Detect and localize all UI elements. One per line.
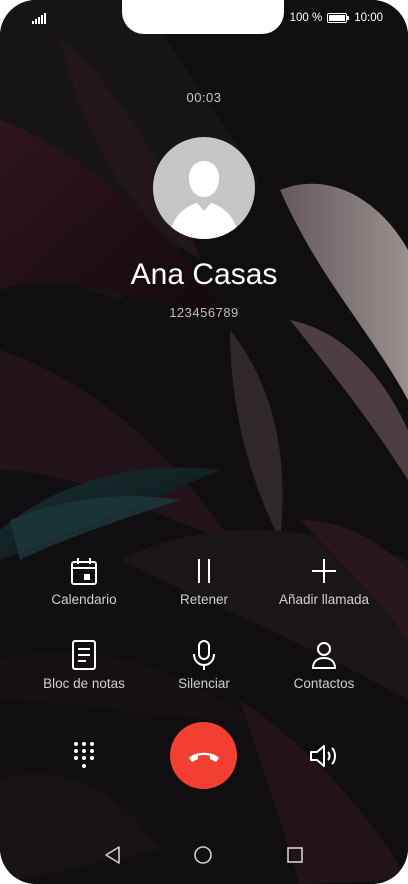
contacts-icon [311,642,337,669]
home-icon [194,846,212,864]
contact-number: 123456789 [169,305,239,320]
nav-home-button[interactable] [193,845,213,875]
plus-icon [312,559,336,583]
signal-icon [32,12,46,24]
recents-icon [287,847,303,863]
microphone-icon [193,640,215,670]
hold-button[interactable]: Retener [136,554,272,607]
contacts-label: Contactos [293,676,355,691]
add-call-button[interactable]: Añadir llamada [256,554,392,607]
dialpad-button[interactable] [70,740,98,777]
speaker-icon [310,745,336,767]
battery-percent: 100 % [289,12,323,24]
pause-icon [198,559,210,583]
nav-recents-button[interactable] [285,845,305,875]
notepad-label: Bloc de notas [43,676,125,691]
person-silhouette-icon [169,161,239,239]
notepad-icon [72,640,96,670]
hold-label: Retener [179,592,229,607]
status-bar-left [32,9,46,27]
phone-screen: 100 % 10:00 00:03 Ana Casas 123456789 Ca… [0,0,408,884]
clock: 10:00 [354,12,383,24]
end-call-button[interactable] [170,722,237,789]
contact-name: Ana Casas [130,258,278,291]
nav-back-button[interactable] [103,845,123,875]
notepad-button[interactable]: Bloc de notas [16,638,152,691]
dialpad-icon [74,742,94,768]
contacts-button[interactable]: Contactos [256,638,392,691]
back-icon [105,846,120,864]
calendar-icon [71,558,97,585]
call-duration: 00:03 [186,90,222,105]
add-call-label: Añadir llamada [278,592,370,607]
end-call-icon [188,752,219,762]
mute-button[interactable]: Silenciar [136,638,272,691]
contact-avatar [153,137,255,239]
battery-icon [327,13,350,23]
mute-label: Silenciar [178,676,230,691]
display-notch [122,0,284,34]
calendar-label: Calendario [51,592,117,607]
calendar-button[interactable]: Calendario [16,554,152,607]
speaker-button[interactable] [308,742,340,775]
status-bar-right: 100 % 10:00 [290,9,383,27]
